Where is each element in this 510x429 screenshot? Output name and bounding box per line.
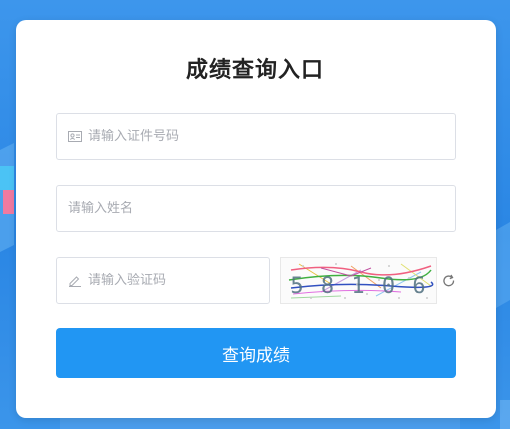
name-field[interactable] (56, 185, 456, 232)
query-score-button[interactable]: 查询成绩 (56, 328, 456, 378)
captcha-code: 5 8 1 0 6 (290, 274, 427, 299)
id-card-icon (68, 130, 84, 144)
page-title: 成绩查询入口 (185, 58, 324, 83)
captcha-input[interactable] (88, 273, 269, 288)
refresh-icon[interactable] (442, 273, 456, 287)
id-number-input[interactable] (88, 129, 455, 144)
id-number-field[interactable] (56, 113, 456, 160)
captcha-image[interactable]: 5 8 1 0 6 (280, 257, 437, 304)
name-input[interactable] (68, 201, 455, 216)
pencil-icon (68, 274, 84, 288)
captcha-field[interactable] (56, 257, 270, 304)
